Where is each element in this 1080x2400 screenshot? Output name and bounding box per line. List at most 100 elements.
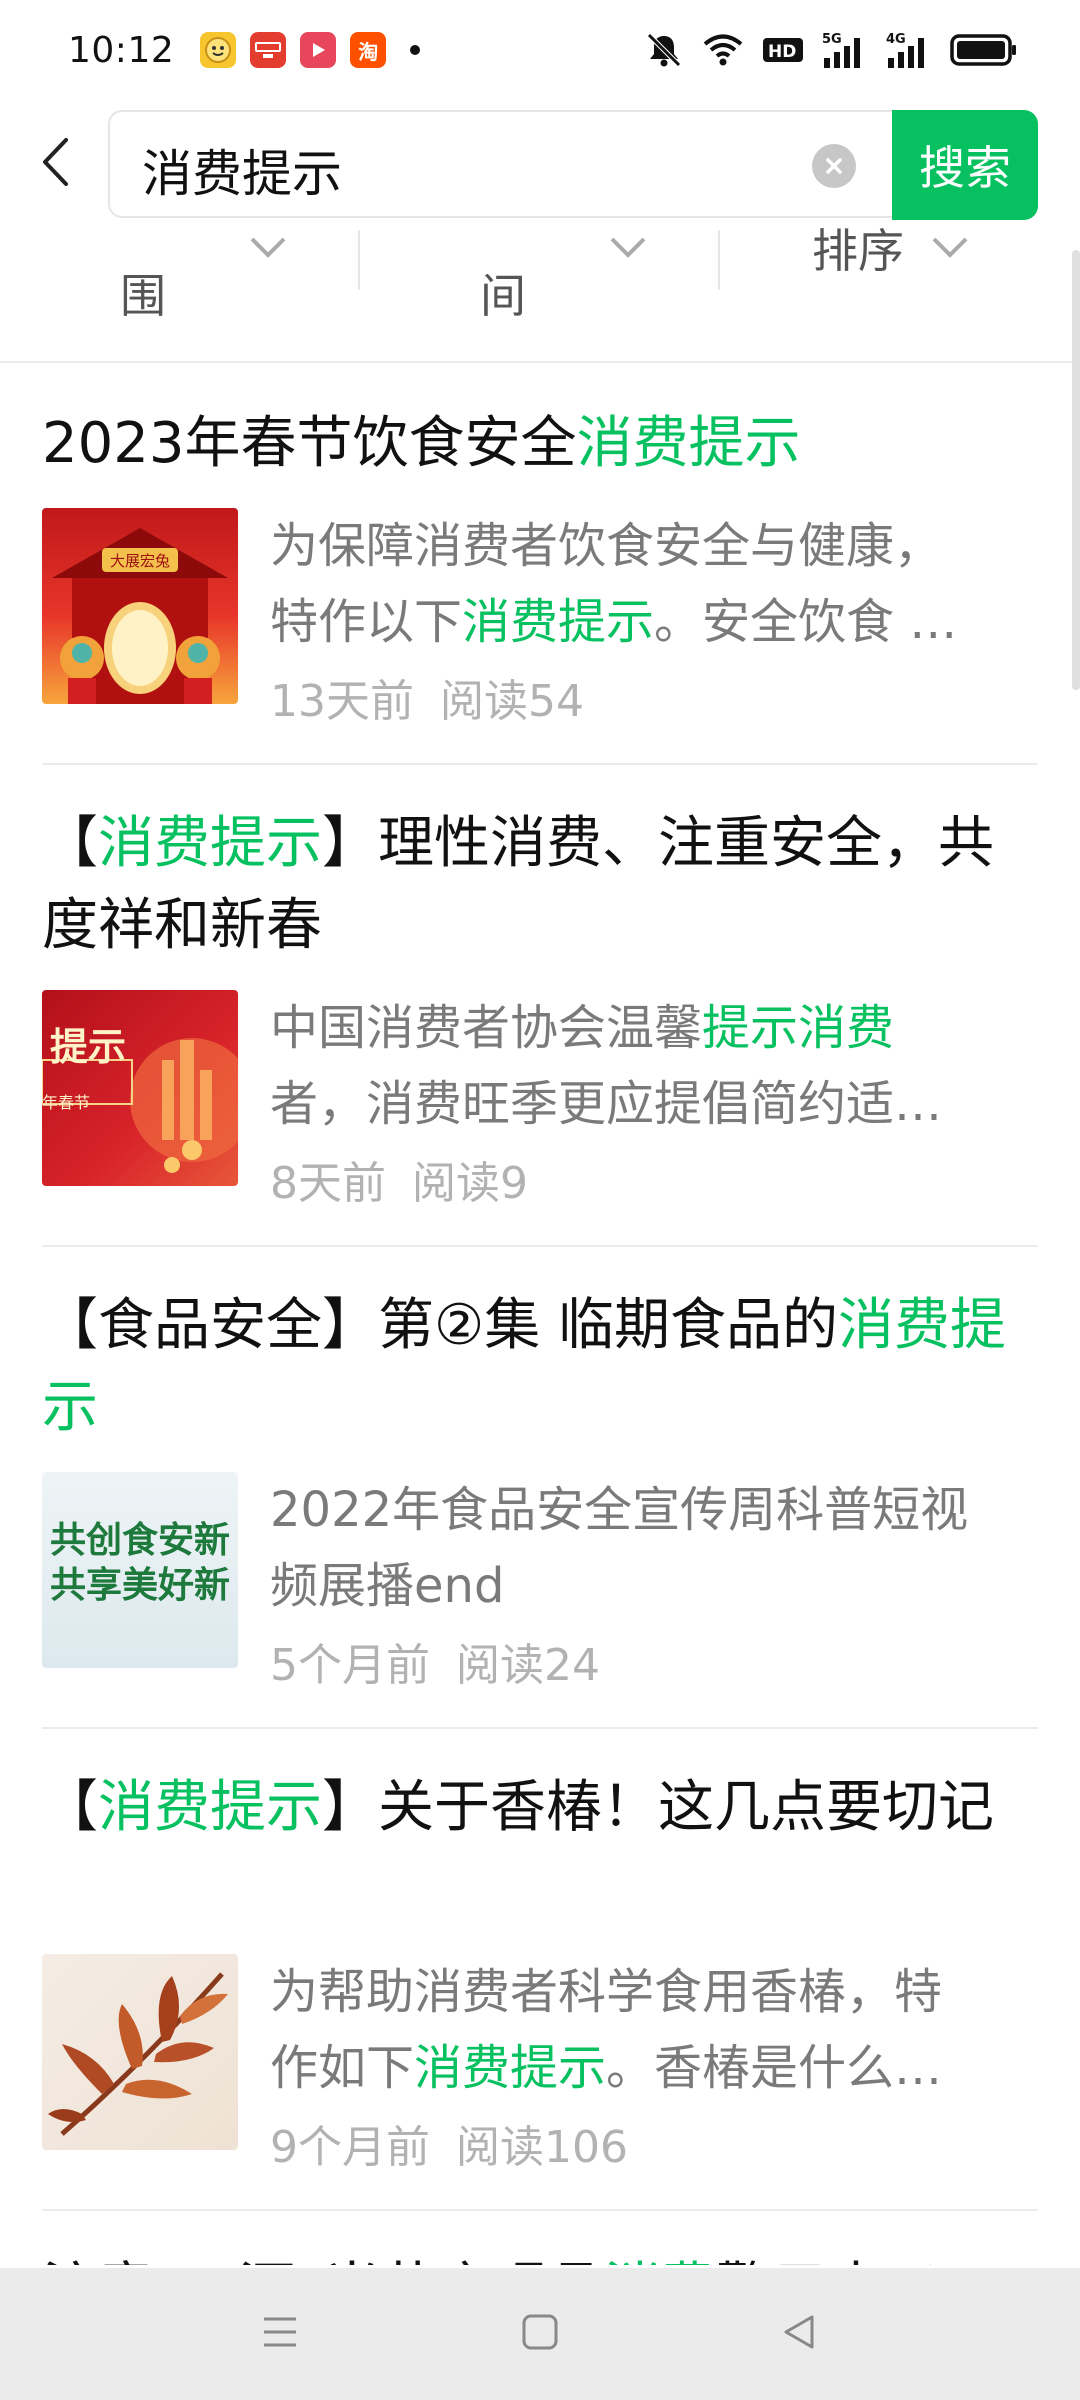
close-icon (826, 158, 842, 174)
highlight-keyword: 消费 (604, 2257, 716, 2265)
result-meta: 9个月前 阅读106 (270, 2111, 628, 2175)
scroll-indicator[interactable] (1072, 250, 1080, 690)
text-segment: 。安全饮食 … (654, 594, 958, 650)
svg-text:共享美好新: 共享美好新 (50, 1564, 230, 1606)
result-description: 2022年食品安全宣传周科普短视 频展播end (270, 1472, 1060, 1624)
status-bar: 10:12 淘 HD 5G 4G (0, 0, 1080, 100)
result-title: 2023年春节饮食安全消费提示 (42, 403, 1022, 485)
filter-range[interactable]: 围 (0, 225, 360, 363)
text-segment: 2022年食品安全宣传周科普短视 (270, 1482, 969, 1538)
result-meta: 13天前 阅读54 (270, 665, 584, 729)
text-segment: 特作以下 (270, 594, 463, 650)
svg-text:共创食安新: 共创食安新 (50, 1519, 230, 1561)
result-title: 【食品安全】第②集 临期食品的消费提示 (42, 1285, 1022, 1449)
system-icons: HD 5G 4G (644, 30, 1018, 70)
filter-sort[interactable]: 排序 (720, 224, 1080, 363)
news-app-icon (250, 32, 287, 68)
home-button[interactable] (520, 2312, 560, 2356)
highlight-keyword: 消费提示 (98, 811, 322, 876)
text-segment: 作如下 (270, 2040, 415, 2096)
result-title: 【消费提示】理性消费、注重安全，共度祥和新春 (42, 803, 1022, 967)
chevron-down-icon (610, 237, 646, 258)
filter-range-label: 围 (120, 269, 166, 323)
result-title: 注意！“酒”当节庆喝品消费警示来了 (42, 2249, 1022, 2265)
highlight-keyword: 消费提示 (576, 411, 801, 476)
clear-search-button[interactable] (812, 144, 856, 188)
back-nav-button[interactable] (780, 2312, 820, 2356)
search-button[interactable]: 搜索 (892, 110, 1038, 220)
filter-sort-label: 排序 (812, 224, 904, 278)
result-thumbnail: 大展宏兔 (42, 508, 238, 704)
result-item[interactable]: 【消费提示】理性消费、注重安全，共度祥和新春 提示 年春节 中国消费者协会温馨提… (42, 765, 1038, 1247)
mute-icon (647, 33, 681, 67)
text-segment: 【食品安全】第②集 临期食品的 (42, 1293, 839, 1358)
text-segment: 注意！“酒”当节庆喝品 (42, 2257, 604, 2265)
filter-time[interactable]: 间 (360, 225, 720, 363)
result-description: 中国消费者协会温馨提示消费 者，消费旺季更应提倡简约适… (270, 990, 1060, 1142)
battery-icon (950, 34, 1016, 66)
back-button[interactable] (30, 132, 80, 192)
chevron-down-icon (932, 237, 968, 258)
result-time: 9个月前 (270, 2122, 430, 2173)
svg-text:大展宏兔: 大展宏兔 (110, 552, 170, 570)
text-segment: 【 (42, 1775, 98, 1840)
text-segment: 警示来了 (716, 2257, 940, 2265)
result-meta: 8天前 阅读9 (270, 1147, 528, 1211)
highlight-keyword: 消费提示 (462, 594, 655, 650)
result-title: 【消费提示】关于香椿！这几点要切记 (42, 1767, 1022, 1849)
more-notifications-dot (410, 45, 421, 55)
system-nav-bar (0, 2268, 1080, 2400)
text-segment: 【 (42, 811, 98, 876)
result-item[interactable]: 2023年春节饮食安全消费提示 大展宏兔 为保障消费者饮食安全与健康， 特作以下… (42, 365, 1038, 765)
wifi-icon (703, 34, 743, 66)
result-item[interactable]: 【消费提示】关于香椿！这几点要切记 为帮助消费者科学食用香椿，特 作如下消费提示… (42, 1729, 1038, 2211)
result-reads: 阅读9 (412, 1158, 528, 1209)
highlight-keyword: 消费提示 (98, 1775, 322, 1840)
smiley-app-icon (200, 32, 237, 68)
text-segment: 者，消费旺季更应提倡简约适… (270, 1076, 943, 1132)
result-time: 13天前 (270, 676, 414, 727)
result-thumbnail: 提示 年春节 (42, 990, 238, 1186)
text-segment: 。香椿是什么… (606, 2040, 943, 2096)
result-description: 为帮助消费者科学食用香椿，特 作如下消费提示。香椿是什么… (270, 1954, 1060, 2106)
svg-text:5G: 5G (822, 32, 842, 47)
result-item[interactable]: 【食品安全】第②集 临期食品的消费提示 共创食安新 共享美好新 2022年食品安… (42, 1247, 1038, 1729)
result-reads: 阅读106 (456, 2122, 628, 2173)
result-time: 5个月前 (270, 1640, 430, 1691)
result-reads: 阅读54 (440, 676, 584, 727)
text-segment: 2023年春节饮食安全 (42, 411, 577, 476)
result-thumbnail: 共创食安新 共享美好新 (42, 1472, 238, 1668)
svg-text:4G: 4G (886, 32, 906, 47)
result-reads: 阅读24 (456, 1640, 600, 1691)
text-segment: 为帮助消费者科学食用香椿，特 (270, 1964, 943, 2020)
result-item[interactable]: 注意！“酒”当节庆喝品消费警示来了 (42, 2211, 1038, 2265)
svg-text:HD: HD (768, 42, 796, 62)
signal-5g-icon: 5G (822, 32, 860, 68)
notification-icons: 淘 (200, 32, 421, 68)
clock: 10:12 (68, 29, 175, 71)
result-meta: 5个月前 阅读24 (270, 1629, 600, 1693)
home-icon (522, 2314, 558, 2350)
search-header: 消费提示 搜索 (0, 110, 1080, 220)
text-segment: 频展播end (270, 1558, 505, 1614)
highlight-keyword: 消费提示 (414, 2040, 607, 2096)
svg-text:年春节: 年春节 (42, 1093, 90, 1112)
chevron-down-icon (250, 237, 286, 258)
back-triangle-icon (784, 2315, 814, 2349)
hd-icon: HD (763, 38, 803, 62)
filter-bar: 围 间 排序 (0, 224, 1080, 363)
search-results: 2023年春节饮食安全消费提示 大展宏兔 为保障消费者饮食安全与健康， 特作以下… (0, 365, 1080, 2265)
result-description: 为保障消费者饮食安全与健康， 特作以下消费提示。安全饮食 … (270, 508, 1060, 660)
chevron-left-icon (43, 138, 68, 186)
taobao-app-icon: 淘 (350, 32, 387, 68)
search-query: 消费提示 (142, 145, 342, 203)
signal-4g-icon: 4G (886, 32, 924, 68)
menu-button[interactable] (260, 2315, 300, 2353)
text-segment: 中国消费者协会温馨 (270, 1000, 703, 1056)
search-input[interactable]: 消费提示 搜索 (108, 110, 1038, 220)
text-segment: 为保障消费者饮食安全与健康， (270, 518, 943, 574)
menu-icon (264, 2317, 296, 2347)
text-segment: 】关于香椿！这几点要切记 (322, 1775, 994, 1840)
filter-time-label: 间 (480, 269, 526, 323)
highlight-keyword: 提示消费 (702, 1000, 895, 1056)
